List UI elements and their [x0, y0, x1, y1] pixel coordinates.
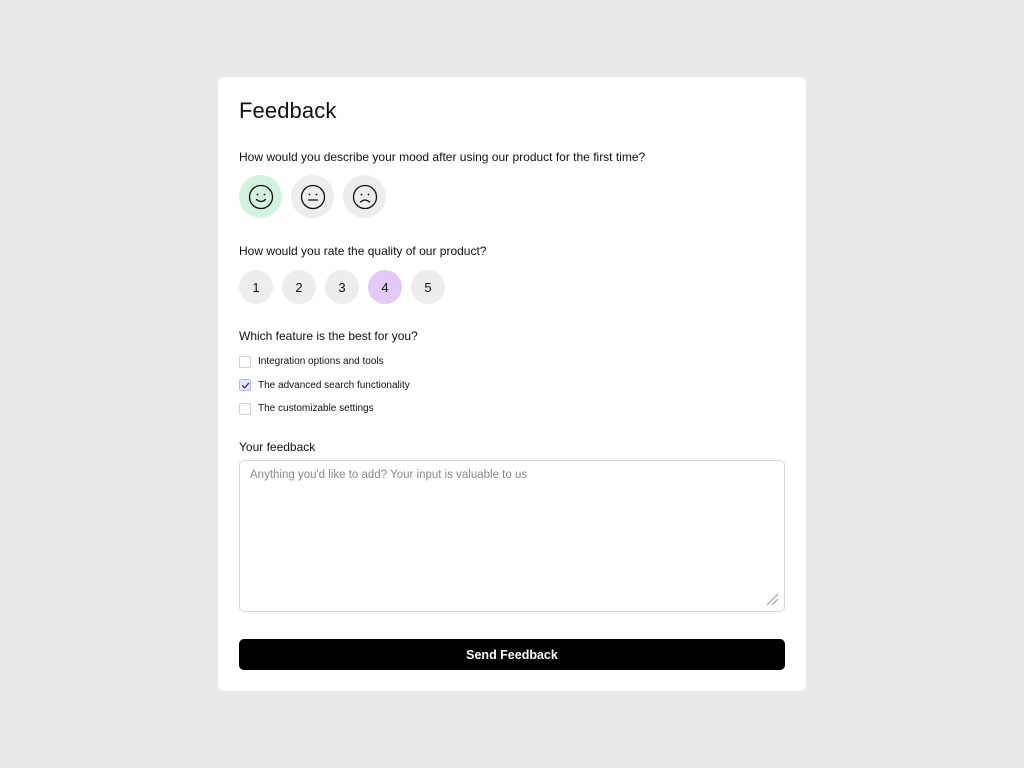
- features-question: Which feature is the best for you?: [239, 329, 418, 343]
- sad-face-icon: [352, 184, 377, 209]
- mood-options: [239, 175, 386, 218]
- feedback-textarea-wrapper: [239, 460, 785, 612]
- feature-option-search[interactable]: The advanced search functionality: [239, 379, 410, 392]
- checkbox-checked[interactable]: [239, 379, 251, 391]
- feature-option-label: Integration options and tools: [258, 356, 384, 367]
- feature-option-settings[interactable]: The customizable settings: [239, 402, 410, 415]
- mood-question: How would you describe your mood after u…: [239, 150, 646, 164]
- send-feedback-button[interactable]: Send Feedback: [239, 639, 785, 670]
- mood-sad-button[interactable]: [343, 175, 386, 218]
- rating-4-button[interactable]: 4: [368, 270, 402, 304]
- rating-options: 1 2 3 4 5: [239, 270, 445, 304]
- rating-question: How would you rate the quality of our pr…: [239, 244, 487, 258]
- check-icon: [241, 382, 249, 388]
- mood-happy-button[interactable]: [239, 175, 282, 218]
- rating-2-button[interactable]: 2: [282, 270, 316, 304]
- feedback-label: Your feedback: [239, 440, 316, 454]
- neutral-face-icon: [300, 184, 325, 209]
- rating-3-button[interactable]: 3: [325, 270, 359, 304]
- resize-handle-icon[interactable]: [765, 592, 779, 606]
- feedback-card: Feedback How would you describe your moo…: [218, 77, 806, 691]
- checkbox[interactable]: [239, 355, 251, 368]
- smile-face-icon: [248, 184, 273, 209]
- rating-5-button[interactable]: 5: [411, 270, 445, 304]
- checkbox[interactable]: [239, 402, 251, 415]
- feature-option-label: The customizable settings: [258, 403, 374, 414]
- feedback-textarea[interactable]: [240, 461, 784, 611]
- feature-options: Integration options and tools The advanc…: [239, 355, 410, 426]
- form-title: Feedback: [239, 98, 337, 123]
- mood-neutral-button[interactable]: [291, 175, 334, 218]
- rating-1-button[interactable]: 1: [239, 270, 273, 304]
- feature-option-integration[interactable]: Integration options and tools: [239, 355, 410, 368]
- feature-option-label: The advanced search functionality: [258, 379, 410, 391]
